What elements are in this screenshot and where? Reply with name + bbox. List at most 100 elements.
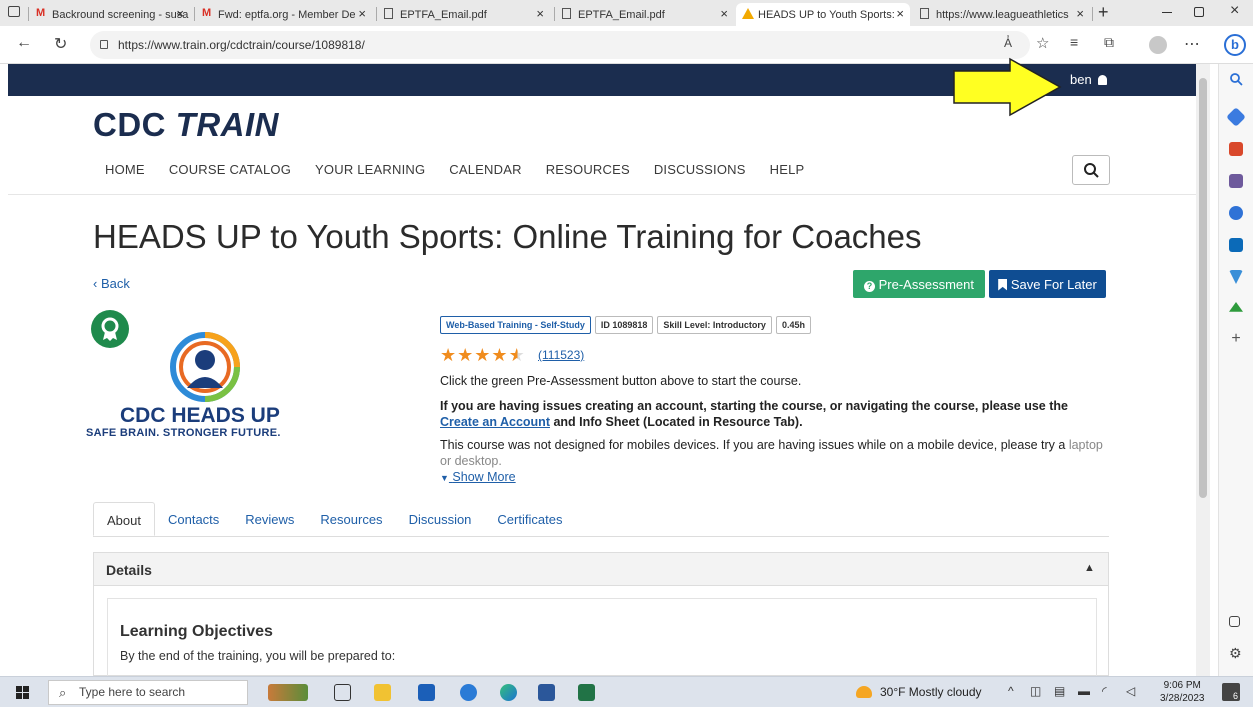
shopping-tag-icon[interactable] (1226, 107, 1246, 127)
app-icon[interactable] (460, 684, 477, 701)
search-highlight-icon[interactable] (268, 684, 308, 701)
volume-icon[interactable]: ◁ (1126, 684, 1135, 698)
read-aloud-icon[interactable]: A̓ (1004, 36, 1012, 50)
search-icon[interactable] (1229, 72, 1243, 86)
document-icon (562, 8, 571, 19)
browser-tab-pdf-1[interactable]: EPTFA_Email.pdf × (378, 3, 550, 26)
back-arrow-icon[interactable]: ← (16, 34, 32, 52)
show-more-link[interactable]: ▼ Show More (440, 470, 516, 484)
browser-tab-active[interactable]: HEADS UP to Youth Sports: × (736, 3, 910, 26)
microsoft-365-icon[interactable] (1229, 206, 1243, 220)
logo-text-cdc: CDC (93, 106, 176, 143)
edge-browser-icon[interactable] (500, 684, 517, 701)
tag-training-type: Web-Based Training - Self-Study (440, 316, 591, 334)
outlook-icon[interactable] (1229, 238, 1243, 252)
nav-resources[interactable]: RESOURCES (546, 162, 630, 182)
bing-chat-icon[interactable]: b (1224, 34, 1246, 56)
drop-icon[interactable] (1229, 270, 1243, 284)
cdc-train-logo[interactable]: CDC TRAIN (93, 106, 279, 144)
excel-icon[interactable] (578, 684, 595, 701)
tab-certificates[interactable]: Certificates (484, 502, 575, 536)
back-label: Back (100, 276, 130, 291)
site-search-button[interactable] (1072, 155, 1110, 185)
save-for-later-label: Save For Later (1010, 276, 1097, 292)
nav-calendar[interactable]: CALENDAR (449, 162, 521, 182)
address-bar[interactable]: https://www.train.org/cdctrain/course/10… (90, 31, 1030, 59)
more-menu-icon[interactable]: ⋯ (1184, 34, 1200, 54)
browser-tab-gmail-2[interactable]: M Fwd: eptfa.org - Member De × (196, 3, 372, 26)
add-icon[interactable]: + (1229, 331, 1243, 347)
scrollbar-thumb[interactable] (1199, 78, 1207, 498)
half-star-icon: ★ (508, 345, 526, 365)
browser-tab-league[interactable]: https://www.leagueathletics × (914, 3, 1090, 26)
pre-assessment-label: Pre-Assessment (878, 276, 974, 292)
settings-gear-icon[interactable]: ⚙ (1229, 646, 1243, 660)
user-name: ben (1070, 72, 1092, 87)
search-icon (1084, 163, 1099, 178)
back-link[interactable]: ‹ Back (93, 276, 130, 291)
minimize-icon[interactable] (1162, 12, 1172, 13)
task-view-icon[interactable] (334, 684, 351, 701)
battery-icon[interactable]: ▬ (1078, 684, 1090, 698)
close-window-icon[interactable]: × (1230, 2, 1239, 20)
restore-icon[interactable] (1194, 7, 1204, 17)
desc-text: This course was not designed for mobiles… (440, 438, 1066, 452)
games-icon[interactable] (1229, 174, 1243, 188)
close-icon[interactable]: × (536, 6, 544, 21)
tab-actions-icon[interactable] (8, 6, 20, 17)
sidebar-toggle-icon[interactable] (1229, 616, 1240, 627)
rating-count-link[interactable]: (111523) (538, 348, 584, 362)
user-menu[interactable]: ben (1070, 72, 1108, 87)
close-icon[interactable]: × (358, 6, 366, 21)
browser-tab-pdf-2[interactable]: EPTFA_Email.pdf × (556, 3, 734, 26)
pre-assessment-button[interactable]: ? Pre-Assessment (853, 270, 985, 298)
close-icon[interactable]: × (176, 6, 184, 21)
tree-icon[interactable] (1229, 302, 1243, 312)
wifi-icon[interactable]: ◜ (1102, 684, 1107, 698)
taskbar-search-box[interactable]: ⌕ Type here to search (48, 680, 248, 705)
taskbar-clock[interactable]: 9:06 PM 3/28/2023 (1160, 679, 1205, 705)
star-icon: ★ (491, 345, 509, 365)
nav-home[interactable]: HOME (105, 162, 145, 182)
favorites-list-icon[interactable]: ≡ (1070, 34, 1078, 50)
document-icon (920, 8, 929, 19)
close-icon[interactable]: × (896, 6, 904, 21)
nav-course-catalog[interactable]: COURSE CATALOG (169, 162, 291, 182)
save-for-later-button[interactable]: Save For Later (989, 270, 1106, 298)
create-account-link[interactable]: Create an Account (440, 415, 550, 429)
close-icon[interactable]: × (1076, 6, 1084, 21)
browser-tab-gmail-1[interactable]: M Backround screening - susa × (30, 3, 190, 26)
windows-start-icon[interactable] (16, 686, 30, 700)
nav-your-learning[interactable]: YOUR LEARNING (315, 162, 425, 182)
tab-about[interactable]: About (93, 502, 155, 536)
tools-icon[interactable] (1229, 142, 1243, 156)
notifications-icon[interactable]: 6 (1222, 683, 1240, 701)
nav-discussions[interactable]: DISCUSSIONS (654, 162, 746, 182)
browser-sidebar: + ⚙ (1218, 64, 1253, 676)
tab-reviews[interactable]: Reviews (232, 502, 307, 536)
tab-contacts[interactable]: Contacts (155, 502, 232, 536)
word-icon[interactable] (538, 684, 555, 701)
yellow-arrow-annotation (953, 57, 1062, 117)
caret-up-icon[interactable]: ▲ (1084, 562, 1095, 574)
network-icon[interactable]: ▤ (1054, 684, 1065, 698)
details-panel: Details ▲ Learning Objectives By the end… (93, 552, 1109, 678)
tab-discussion[interactable]: Discussion (396, 502, 485, 536)
nav-help[interactable]: HELP (770, 162, 805, 182)
close-icon[interactable]: × (720, 6, 728, 21)
favorite-star-icon[interactable]: ☆ (1036, 34, 1049, 52)
meet-now-icon[interactable]: ◫ (1030, 684, 1041, 698)
collections-icon[interactable]: ⧉ (1104, 34, 1114, 51)
tag-duration: 0.45h (775, 316, 811, 334)
file-explorer-icon[interactable] (374, 684, 391, 701)
details-header[interactable]: Details ▲ (94, 553, 1108, 586)
page-scrollbar[interactable] (1196, 64, 1210, 676)
chevron-up-icon[interactable]: ^ (1008, 684, 1014, 698)
store-icon[interactable] (418, 684, 435, 701)
lock-icon (100, 40, 108, 49)
profile-avatar[interactable] (1149, 36, 1167, 54)
refresh-icon[interactable]: ↻ (54, 34, 67, 54)
tab-resources[interactable]: Resources (307, 502, 395, 536)
new-tab-button[interactable]: + (1098, 2, 1109, 23)
weather-text[interactable]: 30°F Mostly cloudy (880, 685, 982, 699)
